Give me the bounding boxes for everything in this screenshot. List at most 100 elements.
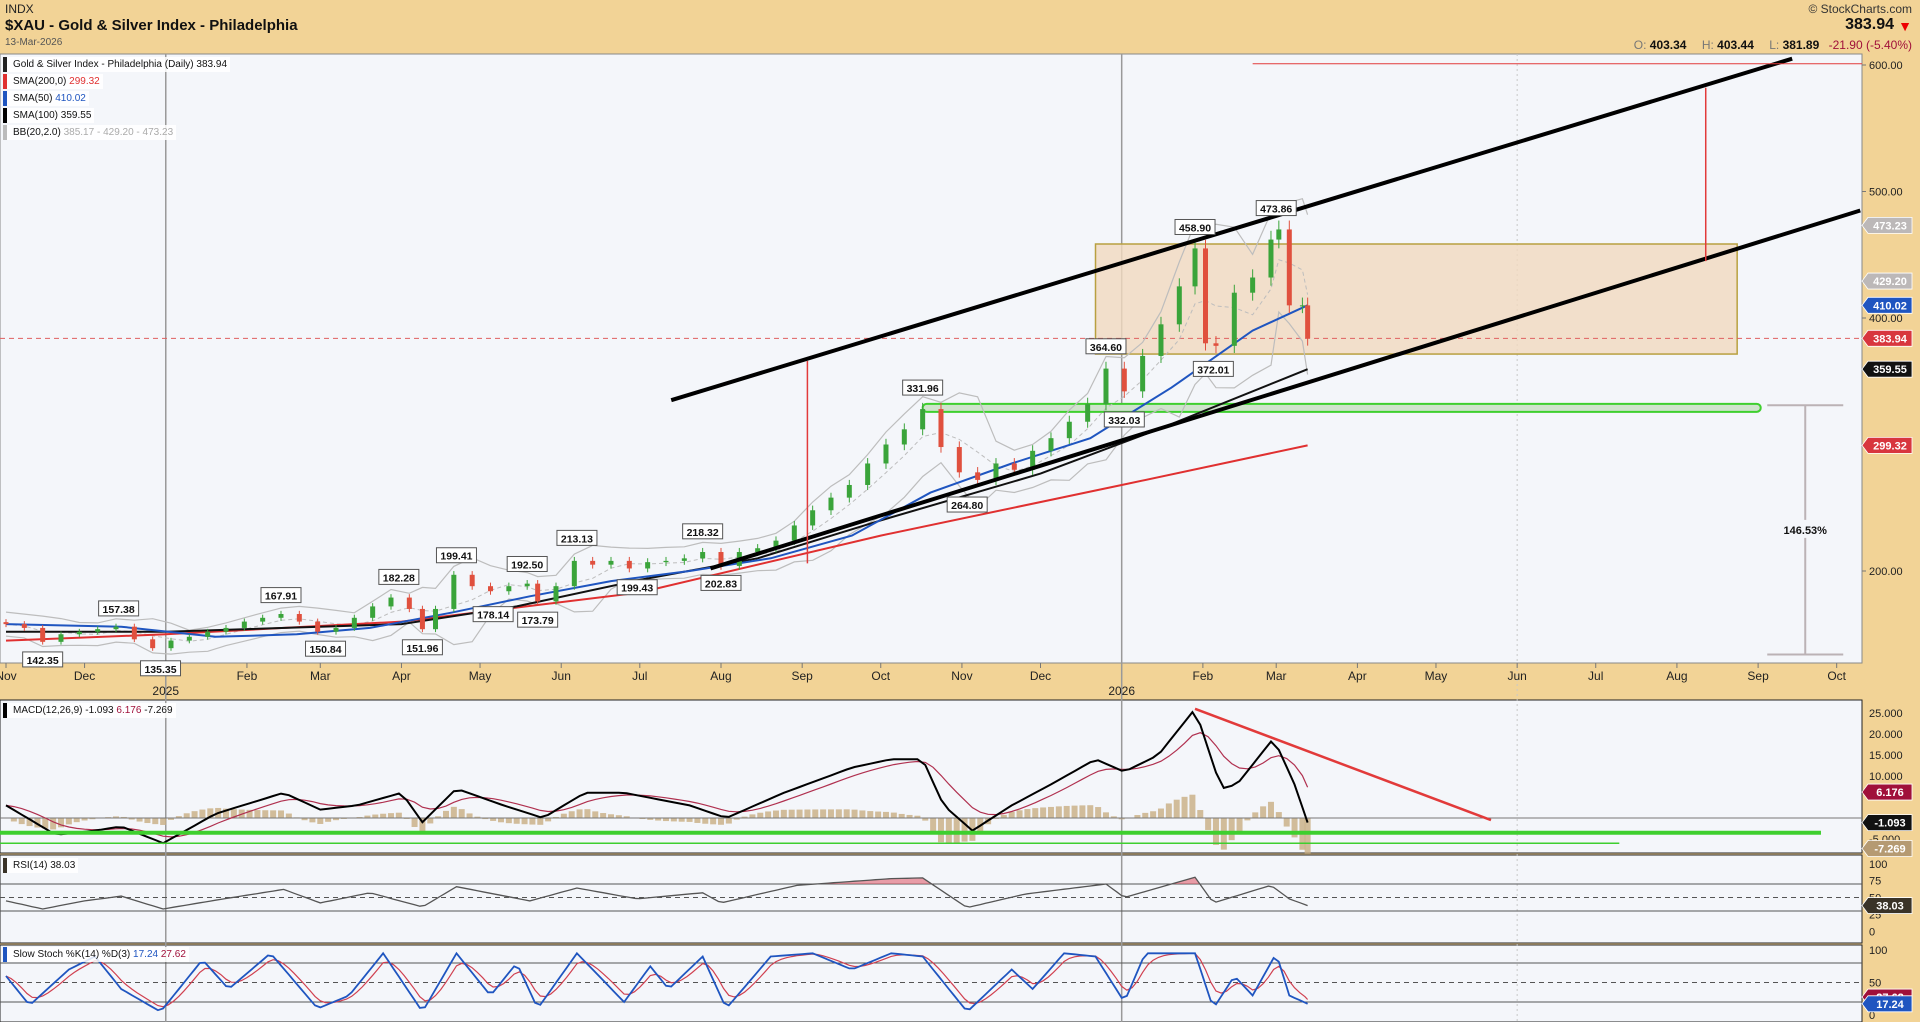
candle-body bbox=[524, 583, 530, 587]
rsi-panel bbox=[0, 854, 1863, 944]
macd-histogram-bar bbox=[757, 812, 764, 818]
x-tick-label: Aug bbox=[1666, 669, 1687, 683]
macd-histogram-bar bbox=[254, 810, 261, 818]
candle-body bbox=[40, 627, 46, 642]
price-pivot-text: 199.43 bbox=[621, 583, 653, 595]
macd-histogram-bar bbox=[136, 818, 143, 822]
macd-histogram-bar bbox=[513, 818, 520, 824]
candle-body bbox=[938, 409, 944, 448]
macd-histogram-bar bbox=[458, 809, 465, 818]
candle-body bbox=[645, 562, 651, 569]
year-label: 2025 bbox=[152, 684, 179, 698]
price-pivot-text: 199.41 bbox=[440, 551, 472, 563]
price-axis-tag-text: 299.32 bbox=[1873, 440, 1907, 452]
price-pivot-label: 331.96 bbox=[902, 379, 944, 396]
chart-canvas[interactable]: 2025 2026 Nov Dec Feb Mar Apr May Jun Jul Aug Sep Oc… bbox=[0, 0, 1920, 1022]
stoch-axis-tag-text: 17.24 bbox=[1876, 999, 1904, 1011]
price-pivot-label: 178.14 bbox=[472, 606, 514, 623]
legend-sma100-value: 359.55 bbox=[60, 110, 92, 121]
rsi-axis-tag-text: 38.03 bbox=[1876, 901, 1904, 913]
price-pivot-label: 199.41 bbox=[435, 547, 477, 564]
macd-histogram-bar bbox=[285, 813, 292, 818]
macd-histogram-bar bbox=[191, 811, 198, 818]
price-panel bbox=[0, 53, 1863, 664]
support-band bbox=[921, 402, 1762, 413]
macd-histogram-bar bbox=[1260, 806, 1267, 818]
macd-histogram-bar bbox=[497, 818, 504, 823]
candle-body bbox=[113, 626, 119, 630]
price-pivot-label: 473.86 bbox=[1255, 200, 1297, 217]
candle-body bbox=[1121, 368, 1127, 392]
legend-sma100-label: SMA(100) bbox=[13, 110, 59, 121]
candle-body bbox=[1066, 421, 1072, 439]
x-tick-label: May bbox=[1425, 669, 1448, 683]
macd-histogram-bar bbox=[427, 818, 434, 824]
candle-body bbox=[406, 597, 412, 609]
price-pivot-text: 331.96 bbox=[907, 383, 939, 395]
macd-tick-label: 20.000 bbox=[1869, 729, 1903, 741]
rsi-tick-label: 75 bbox=[1869, 876, 1881, 888]
macd-histogram-bar bbox=[592, 811, 599, 818]
price-pivot-text: 372.01 bbox=[1197, 364, 1229, 376]
macd-histogram-bar bbox=[1173, 799, 1180, 818]
candle bbox=[535, 580, 541, 605]
price-pivot-text: 135.35 bbox=[144, 664, 176, 676]
price-pivot-text: 218.32 bbox=[687, 527, 719, 539]
price-pivot-label: 213.13 bbox=[556, 529, 598, 546]
price-axis-tag: 473.23 bbox=[1861, 216, 1913, 234]
y-tick-label: 200.00 bbox=[1869, 566, 1903, 578]
price-pivot-text: 458.90 bbox=[1179, 222, 1211, 234]
price-pivot-text: 473.86 bbox=[1260, 204, 1292, 216]
macd-histogram-bar bbox=[1032, 808, 1039, 818]
price-pivot-label: 264.80 bbox=[946, 496, 988, 513]
macd-histogram-bar bbox=[867, 811, 874, 818]
candle-body bbox=[1103, 368, 1109, 405]
consolidation-box bbox=[1094, 243, 1738, 355]
y-tick-label: 500.00 bbox=[1869, 187, 1903, 199]
candle-body bbox=[1268, 239, 1274, 278]
macd-histogram-bar bbox=[710, 818, 717, 825]
candle-body bbox=[681, 558, 687, 561]
candle bbox=[451, 571, 457, 613]
macd-histogram-bar bbox=[50, 818, 57, 830]
macd-histogram-bar bbox=[505, 818, 512, 824]
macd-histogram-bar bbox=[1228, 818, 1235, 841]
macd-histogram-bar bbox=[545, 818, 552, 822]
price-pivot-label: 364.60 bbox=[1085, 338, 1127, 355]
x-tick-label: Oct bbox=[1827, 669, 1846, 683]
x-tick-label: May bbox=[469, 669, 492, 683]
macd-histogram-bar bbox=[788, 809, 795, 818]
macd-histogram-bar bbox=[560, 813, 567, 818]
legend-bb-value: 385.17 - 429.20 - 473.23 bbox=[63, 127, 174, 138]
macd-histogram-bar bbox=[152, 818, 159, 825]
candle-body bbox=[333, 627, 339, 632]
macd-histogram-bar bbox=[1275, 812, 1282, 818]
macd-histogram-bar bbox=[804, 809, 811, 818]
macd-histogram-bar bbox=[442, 810, 449, 818]
price-pivot-label: 202.83 bbox=[700, 574, 742, 591]
price-pivot-label: 458.90 bbox=[1174, 218, 1216, 235]
macd-axis-tag: -7.269 bbox=[1861, 840, 1913, 857]
x-tick-label: Nov bbox=[951, 669, 972, 683]
macd-histogram-bar bbox=[1087, 805, 1094, 818]
candle-body bbox=[1176, 286, 1182, 325]
macd-histogram-bar bbox=[380, 813, 387, 818]
macd-histogram-bar bbox=[317, 818, 324, 824]
macd-histogram-bar bbox=[827, 809, 834, 818]
macd-histogram-bar bbox=[843, 809, 850, 818]
candle-body bbox=[1250, 277, 1256, 293]
macd-histogram-bar bbox=[1095, 807, 1102, 818]
price-axis-tag-text: 359.55 bbox=[1873, 364, 1907, 376]
macd-histogram-bar bbox=[277, 810, 284, 818]
legend-macd-value: -1.093 bbox=[85, 705, 114, 716]
macd-histogram-bar bbox=[18, 818, 25, 825]
legend-sma200-value: 299.32 bbox=[69, 76, 100, 87]
macd-histogram-bar bbox=[1040, 807, 1047, 818]
rsi-tick-label: 100 bbox=[1869, 859, 1887, 871]
macd-histogram-bar bbox=[1102, 812, 1109, 818]
candle-body bbox=[168, 640, 174, 649]
candle-body bbox=[1299, 305, 1305, 307]
candle-body bbox=[3, 622, 9, 625]
candle-body bbox=[469, 574, 475, 587]
candle bbox=[419, 605, 425, 633]
